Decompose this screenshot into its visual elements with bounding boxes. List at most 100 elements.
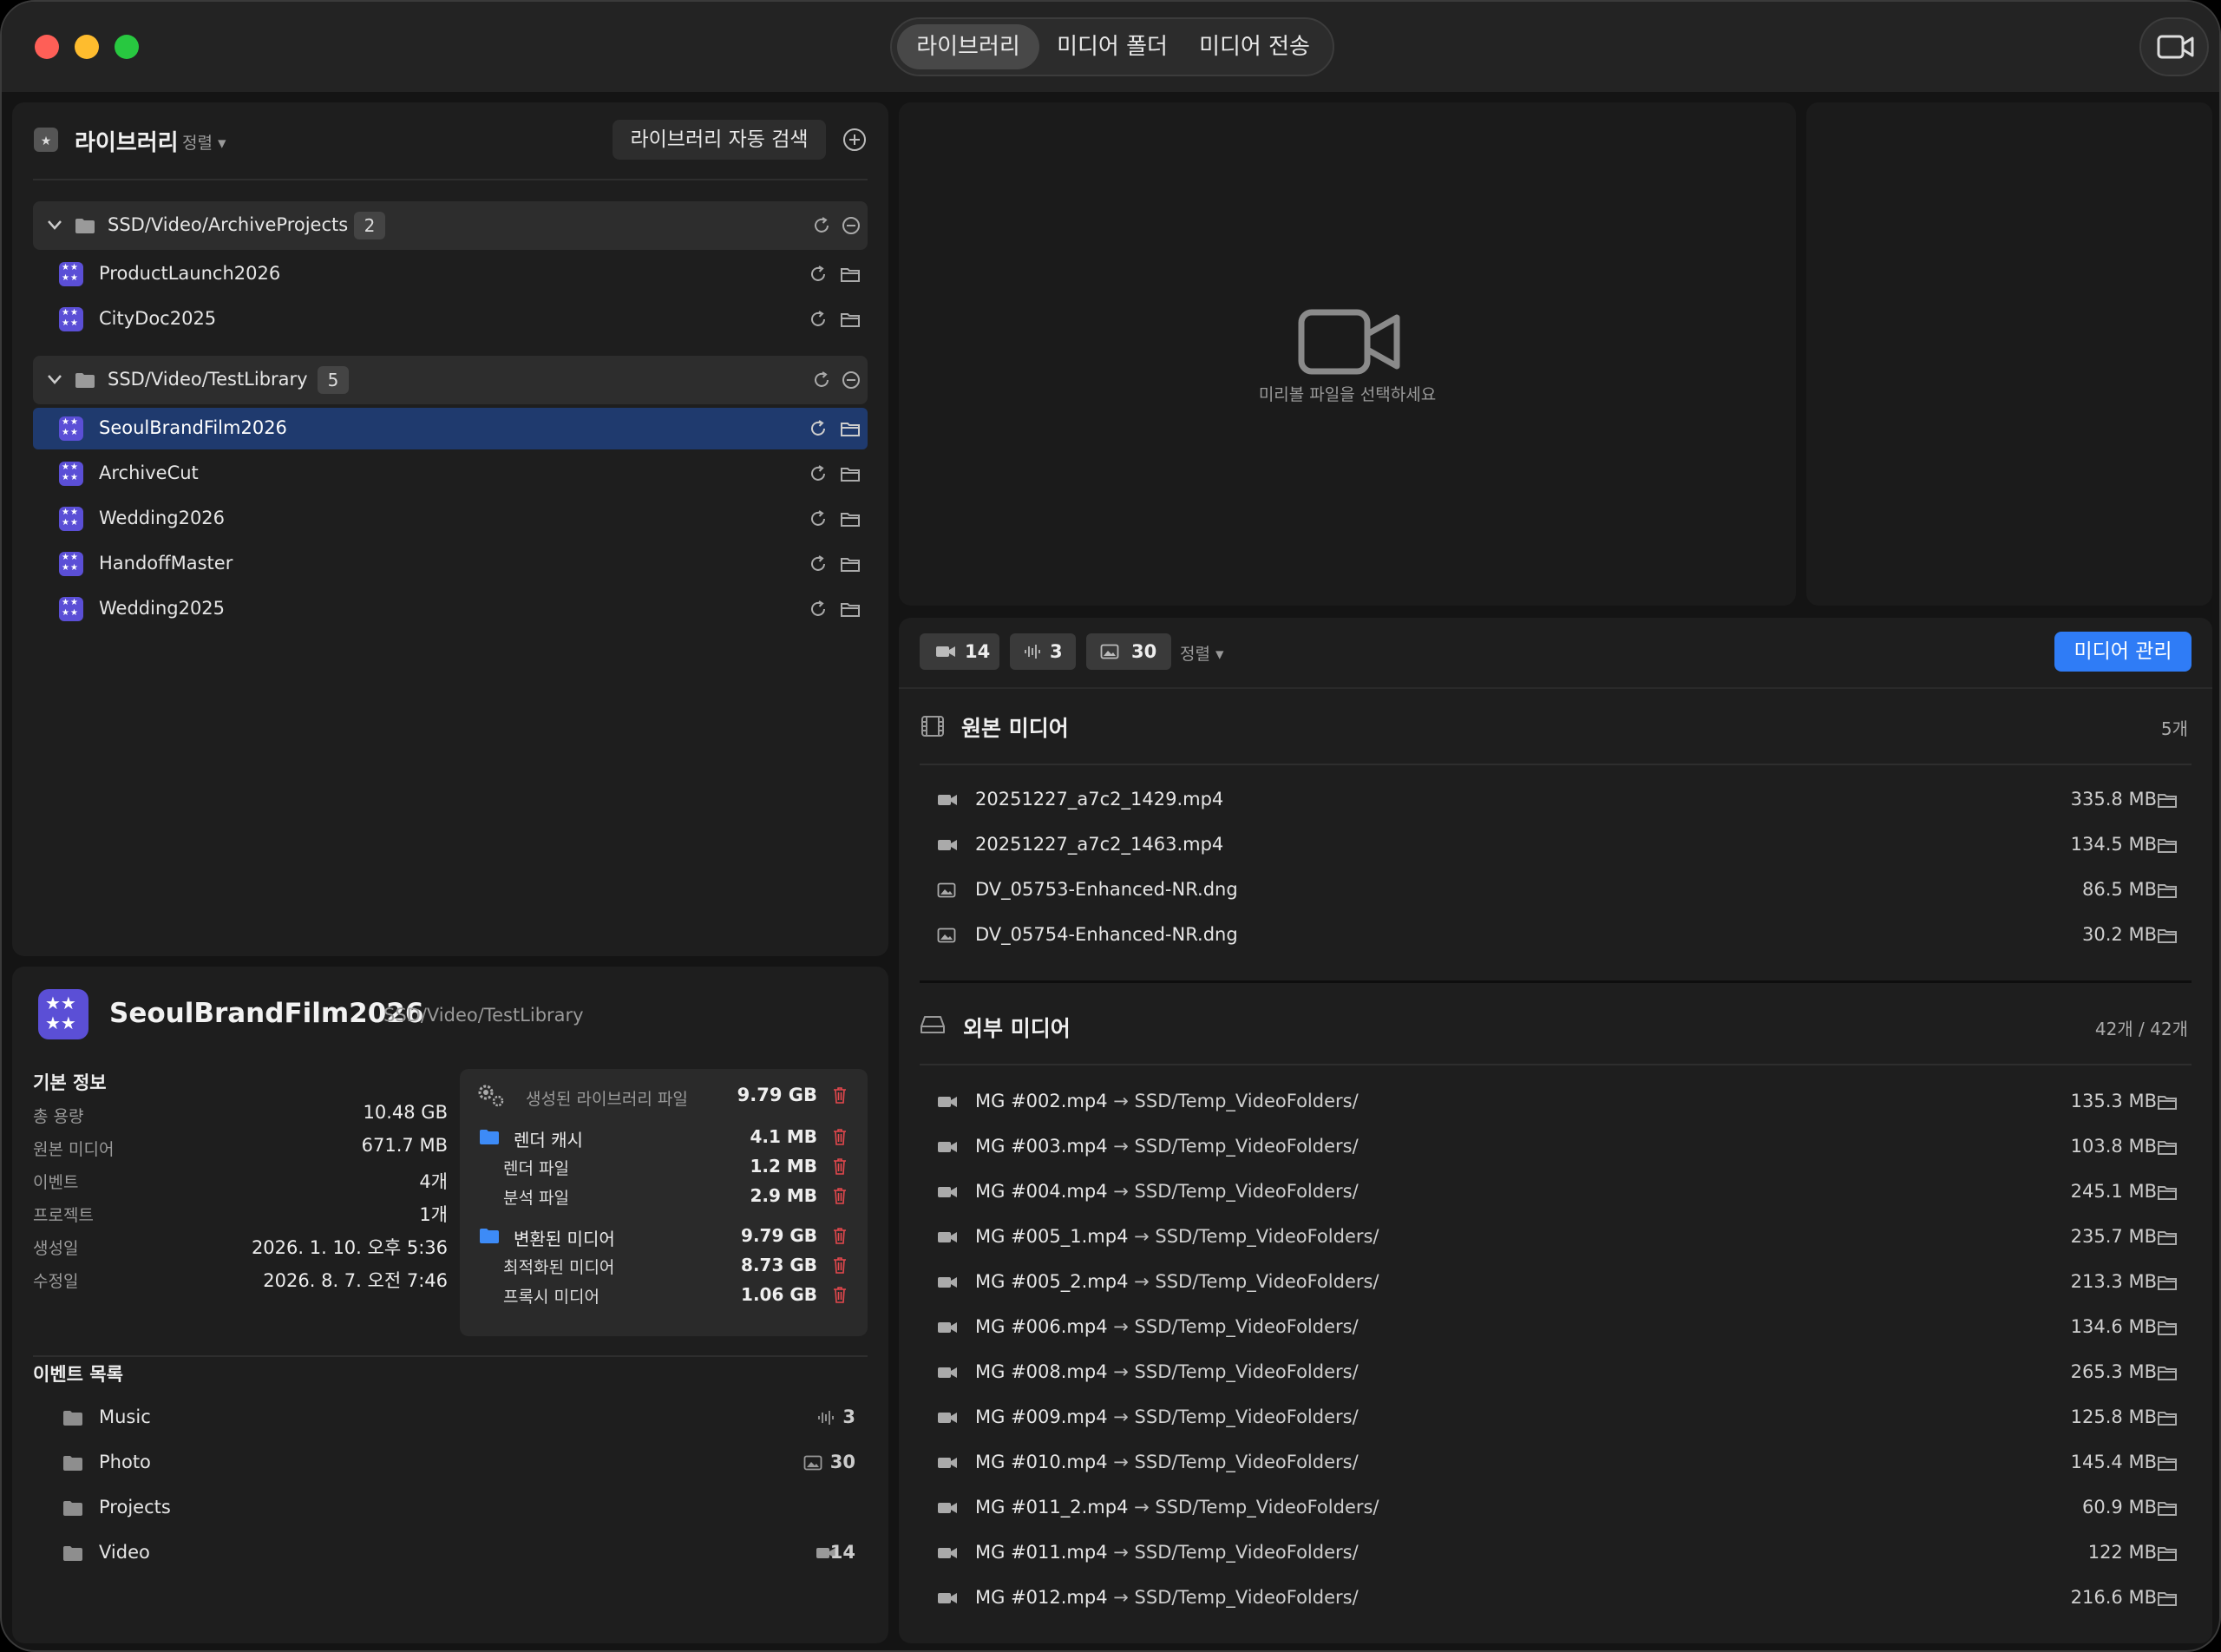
external-media-row[interactable]: MG #008.mp4 → SSD/Temp_VideoFolders/265.… (932, 1350, 2207, 1395)
library-item[interactable]: ProductLaunch2026 (33, 253, 868, 295)
minimize-window-button[interactable] (75, 35, 99, 59)
external-media-row[interactable]: MG #011_2.mp4 → SSD/Temp_VideoFolders/60… (932, 1485, 2207, 1531)
info-value: 671.7 MB (361, 1135, 448, 1156)
external-media-row[interactable]: MG #006.mp4 → SSD/Temp_VideoFolders/134.… (932, 1305, 2207, 1350)
library-group-testlibrary[interactable]: SSD/Video/TestLibrary 5 (33, 356, 868, 404)
media-file-size: 134.6 MB (2070, 1316, 2157, 1337)
media-file-row[interactable]: DV_05754-Enhanced-NR.dng 30.2 MB (932, 913, 2207, 958)
external-media-row[interactable]: MG #010.mp4 → SSD/Temp_VideoFolders/145.… (932, 1440, 2207, 1485)
tab-media-transfer[interactable]: 미디어 전송 (1185, 24, 1324, 69)
open-folder-icon[interactable] (2157, 1093, 2178, 1111)
external-media-row[interactable]: MG #003.mp4 → SSD/Temp_VideoFolders/103.… (932, 1124, 2207, 1170)
external-media-row[interactable]: MG #009.mp4 → SSD/Temp_VideoFolders/125.… (932, 1395, 2207, 1440)
open-folder-icon[interactable] (840, 600, 861, 618)
open-folder-icon[interactable] (2157, 1454, 2178, 1472)
event-count: 14 (829, 1542, 855, 1563)
refresh-icon[interactable] (809, 419, 828, 438)
library-item[interactable]: CityDoc2025 (33, 298, 868, 340)
trash-icon[interactable] (833, 1157, 847, 1175)
library-item-selected[interactable]: SeoulBrandFilm2026 (33, 408, 868, 449)
event-item[interactable]: Projects (33, 1487, 868, 1529)
inspector-panel (1806, 102, 2212, 606)
open-folder-icon[interactable] (2157, 1364, 2178, 1381)
image-count-chip[interactable]: 30 (1086, 633, 1171, 670)
open-folder-icon[interactable] (840, 510, 861, 528)
refresh-icon[interactable] (809, 464, 828, 483)
refresh-icon[interactable] (809, 265, 828, 284)
external-media-row[interactable]: MG #005_1.mp4 → SSD/Temp_VideoFolders/23… (932, 1215, 2207, 1260)
open-folder-icon[interactable] (840, 555, 861, 573)
open-folder-icon[interactable] (840, 465, 861, 482)
chevron-down-icon[interactable] (47, 219, 62, 231)
media-file-row[interactable]: 20251227_a7c2_1463.mp4 134.5 MB (932, 823, 2207, 868)
zoom-window-button[interactable] (115, 35, 139, 59)
remove-circle-icon[interactable] (842, 216, 861, 235)
video-count-chip[interactable]: 14 (920, 633, 999, 670)
trash-icon[interactable] (833, 1256, 847, 1274)
library-item[interactable]: Wedding2026 (33, 498, 868, 540)
event-item[interactable]: Music 3 (33, 1397, 868, 1439)
open-folder-icon[interactable] (2157, 1138, 2178, 1156)
external-media-row[interactable]: MG #004.mp4 → SSD/Temp_VideoFolders/245.… (932, 1170, 2207, 1215)
external-media-row[interactable]: MG #012.mp4 → SSD/Temp_VideoFolders/216.… (932, 1576, 2207, 1621)
library-group-archiveprojects[interactable]: SSD/Video/ArchiveProjects 2 (33, 201, 868, 250)
media-sort-button[interactable]: 정렬 ▾ (1180, 641, 1224, 665)
audio-count-chip[interactable]: 3 (1010, 633, 1076, 670)
trash-icon[interactable] (833, 1286, 847, 1303)
refresh-icon[interactable] (812, 216, 831, 235)
refresh-icon[interactable] (809, 554, 828, 574)
open-folder-icon[interactable] (2157, 1183, 2178, 1201)
open-folder-icon[interactable] (2157, 882, 2178, 899)
refresh-icon[interactable] (809, 600, 828, 619)
file-destination: SSD/Temp_VideoFolders/ (1134, 1091, 1359, 1111)
refresh-icon[interactable] (812, 370, 831, 390)
manage-media-button[interactable]: 미디어 관리 (2054, 632, 2192, 672)
remove-circle-icon[interactable] (842, 370, 861, 390)
event-item[interactable]: Video 14 (33, 1532, 868, 1574)
trash-icon[interactable] (833, 1128, 847, 1145)
tab-library[interactable]: 라이브러리 (897, 24, 1039, 69)
trash-icon[interactable] (833, 1187, 847, 1204)
tab-media-folder[interactable]: 미디어 폴더 (1043, 24, 1182, 69)
external-media-row[interactable]: MG #002.mp4 → SSD/Temp_VideoFolders/135.… (932, 1079, 2207, 1124)
library-item[interactable]: HandoffMaster (33, 543, 868, 585)
fcp-library-icon (59, 597, 83, 621)
open-folder-icon[interactable] (2157, 1274, 2178, 1291)
open-folder-icon[interactable] (840, 266, 861, 283)
trash-icon[interactable] (833, 1227, 847, 1244)
auto-search-button[interactable]: 라이브러리 자동 검색 (613, 120, 826, 160)
library-sort-button[interactable]: 정렬 ▾ (182, 130, 226, 154)
camera-button[interactable] (2139, 17, 2209, 76)
media-file-row[interactable]: DV_05753-Enhanced-NR.dng 86.5 MB (932, 868, 2207, 913)
library-item[interactable]: Wedding2025 (33, 588, 868, 630)
arrow-right-icon: → (1107, 1587, 1135, 1608)
external-media-row[interactable]: MG #011.mp4 → SSD/Temp_VideoFolders/122 … (932, 1531, 2207, 1576)
external-media-row[interactable]: MG #005_2.mp4 → SSD/Temp_VideoFolders/21… (932, 1260, 2207, 1305)
open-folder-icon[interactable] (2157, 1499, 2178, 1517)
trash-icon[interactable] (833, 1086, 847, 1104)
open-folder-icon[interactable] (2157, 791, 2178, 809)
open-folder-icon[interactable] (2157, 1229, 2178, 1246)
info-value: 2026. 1. 10. 오후 5:36 (251, 1237, 448, 1258)
fcp-library-icon (59, 307, 83, 331)
media-file-name: MG #010.mp4 → SSD/Temp_VideoFolders/ (975, 1452, 1359, 1472)
refresh-icon[interactable] (809, 509, 828, 528)
open-folder-icon[interactable] (2157, 1319, 2178, 1336)
info-key: 원본 미디어 (33, 1140, 115, 1159)
close-window-button[interactable] (35, 35, 59, 59)
media-file-row[interactable]: 20251227_a7c2_1429.mp4 335.8 MB (932, 777, 2207, 823)
open-folder-icon[interactable] (840, 420, 861, 437)
refresh-icon[interactable] (809, 310, 828, 329)
open-folder-icon[interactable] (2157, 1544, 2178, 1562)
open-folder-icon[interactable] (2157, 1409, 2178, 1426)
open-folder-icon[interactable] (840, 311, 861, 328)
file-name: MG #011.mp4 (975, 1542, 1108, 1563)
file-destination: SSD/Temp_VideoFolders/ (1155, 1271, 1379, 1292)
library-item[interactable]: ArchiveCut (33, 453, 868, 495)
open-folder-icon[interactable] (2157, 836, 2178, 854)
open-folder-icon[interactable] (2157, 927, 2178, 944)
event-item[interactable]: Photo 30 (33, 1442, 868, 1484)
add-circle-icon[interactable] (842, 127, 868, 153)
chevron-down-icon[interactable] (47, 373, 62, 385)
open-folder-icon[interactable] (2157, 1590, 2178, 1607)
